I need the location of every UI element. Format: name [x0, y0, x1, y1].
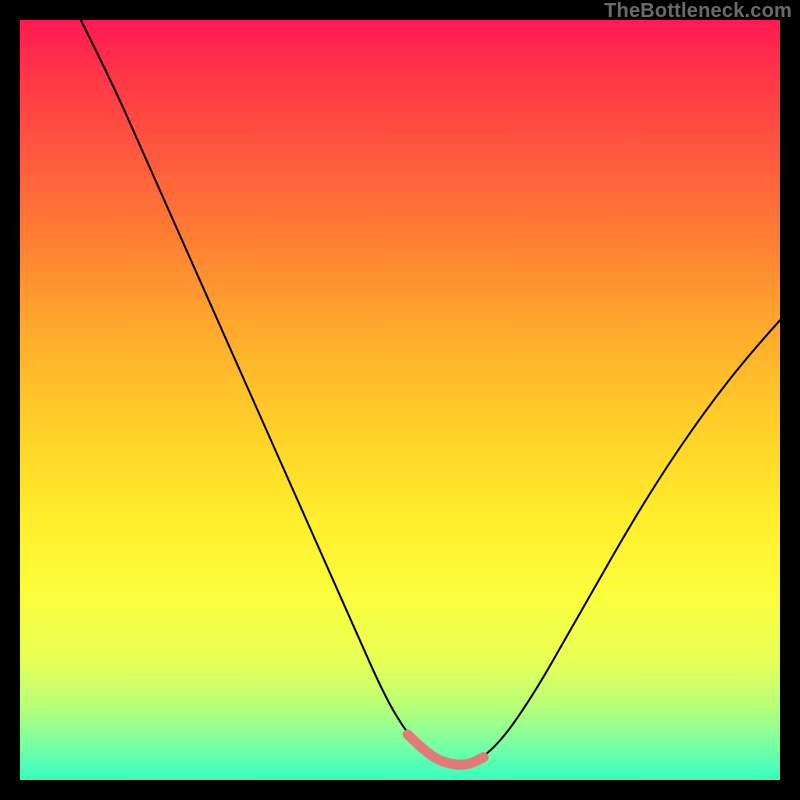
- chart-frame: TheBottleneck.com: [0, 0, 800, 800]
- plot-area: [20, 20, 780, 780]
- curve-line: [81, 20, 780, 765]
- bottleneck-curve: [20, 20, 780, 780]
- curve-bottom-highlight: [408, 734, 484, 764]
- watermark-text: TheBottleneck.com: [604, 0, 792, 23]
